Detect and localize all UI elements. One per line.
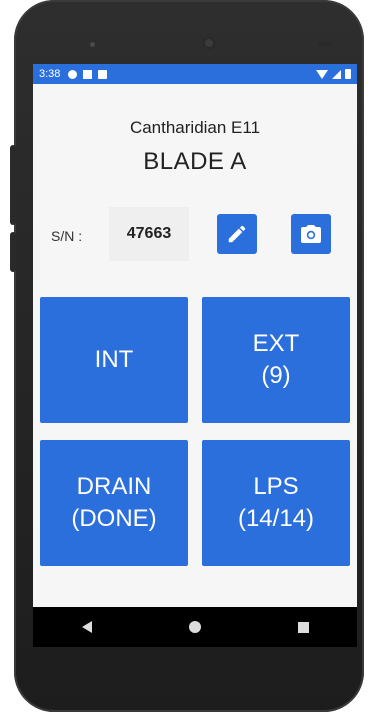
model-name: Cantharidian E11 (129, 118, 261, 137)
tile-label: LPS (253, 473, 299, 500)
wifi-icon (316, 69, 328, 79)
ext-tile-button[interactable]: EXT (9) (202, 297, 350, 423)
status-system-icons (316, 69, 351, 79)
pencil-icon (228, 225, 246, 243)
speaker-dot (90, 42, 95, 47)
tile-sublabel: (14/14) (237, 505, 315, 532)
drain-tile-button[interactable]: DRAIN (DONE) (40, 440, 188, 566)
tile-sublabel: (DONE) (71, 505, 157, 532)
blade-title: BLADE A (143, 148, 247, 175)
front-camera (202, 36, 216, 50)
sd-card-icon (98, 69, 108, 79)
recents-icon[interactable] (297, 621, 309, 633)
power-button (10, 232, 16, 272)
serial-label: S/N : (51, 228, 83, 244)
settings-notification-icon (68, 69, 78, 79)
volume-button (10, 145, 16, 225)
back-icon[interactable] (81, 621, 92, 633)
tile-label: EXT (252, 330, 300, 357)
int-tile-button[interactable]: INT (40, 297, 188, 423)
status-time: 3:38 (39, 68, 61, 80)
app-notification-icon (83, 69, 93, 79)
tile-label: DRAIN (76, 473, 152, 500)
tile-sublabel: (9) (261, 362, 291, 389)
sensor (318, 42, 332, 46)
home-icon[interactable] (188, 621, 201, 633)
tile-label: INT (94, 346, 134, 373)
camera-icon (301, 225, 321, 243)
serial-number-field: 47663 (109, 207, 189, 261)
lps-tile-button[interactable]: LPS (14/14) (202, 440, 350, 566)
system-nav-bar (33, 607, 357, 647)
status-notification-icons (68, 69, 108, 79)
camera-button[interactable] (291, 214, 331, 254)
status-bar: 3:38 (33, 64, 357, 84)
screen: 3:38 Cantharidian E11 BLADE A S/N : 4766… (33, 64, 357, 647)
battery-icon (345, 69, 351, 79)
edit-serial-button[interactable] (217, 214, 257, 254)
cell-signal-icon (332, 69, 341, 79)
main-content: Cantharidian E11 BLADE A S/N : 47663 INT… (33, 84, 357, 627)
